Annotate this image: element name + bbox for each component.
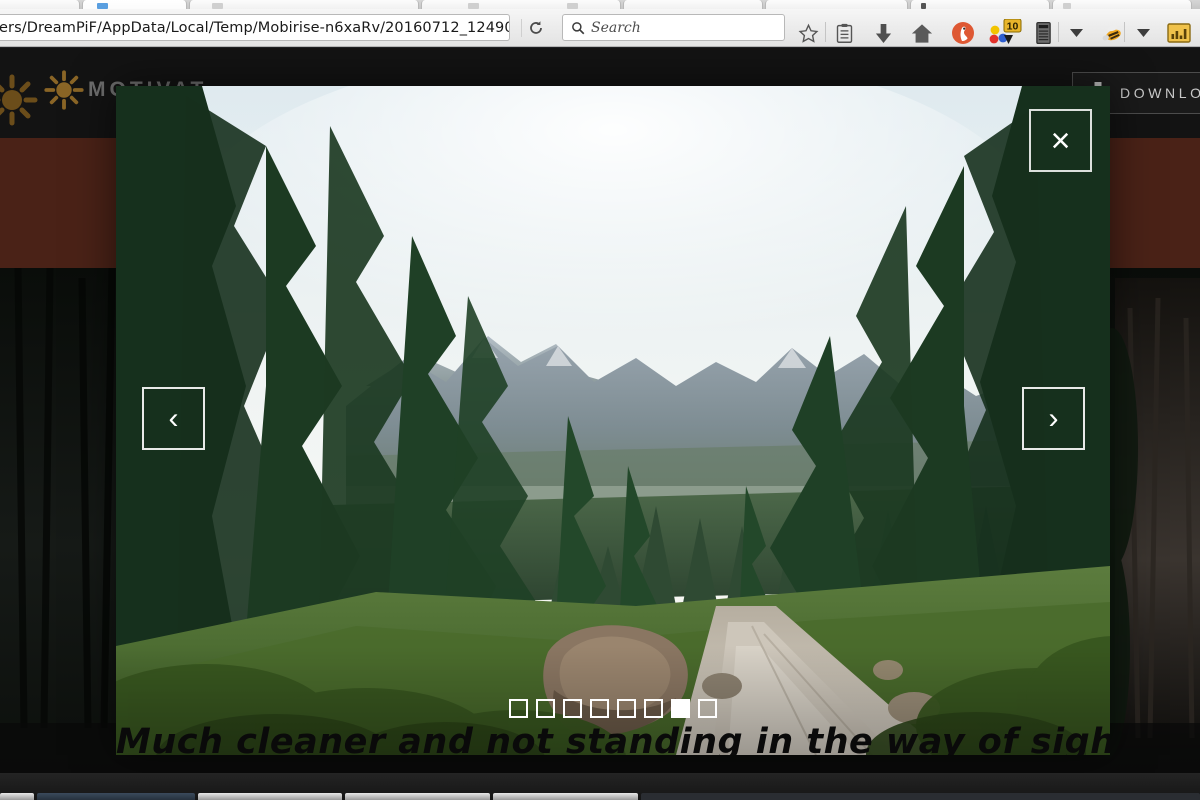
slide-caption: Much cleaner and not standing in the way… <box>116 722 1110 755</box>
taskbar-item-2[interactable] <box>36 793 195 800</box>
carousel-indicator-5[interactable] <box>617 699 636 718</box>
bookmark-star-icon[interactable] <box>791 18 825 48</box>
reload-icon[interactable] <box>521 19 549 37</box>
carousel-indicator-7[interactable] <box>671 699 690 718</box>
lightbox-modal: × ‹ › Much cleaner and not standing in t… <box>116 86 1110 755</box>
carousel-prev-button[interactable]: ‹ <box>142 387 205 450</box>
carousel-indicator-3[interactable] <box>563 699 582 718</box>
carousel-indicators[interactable] <box>116 699 1110 718</box>
navigation-toolbar: ers/DreamPiF/AppData/Local/Temp/Mobirise… <box>0 9 1200 47</box>
browser-tab[interactable] <box>623 0 763 9</box>
sun-icon <box>0 74 38 126</box>
address-bar[interactable]: ers/DreamPiF/AppData/Local/Temp/Mobirise… <box>0 14 510 41</box>
server-icon[interactable] <box>1026 18 1060 48</box>
carousel-indicator-8[interactable] <box>698 699 717 718</box>
bee-addon-icon[interactable] <box>1094 18 1128 48</box>
duckduckgo-icon[interactable] <box>946 18 980 48</box>
search-input-placeholder: Search <box>591 19 641 36</box>
browser-tab[interactable] <box>189 0 419 9</box>
browser-tab[interactable] <box>1052 0 1192 9</box>
sun-icon-small <box>44 70 84 110</box>
taskbar-item-3[interactable] <box>197 793 343 800</box>
home-icon[interactable] <box>905 18 939 48</box>
browser-chrome: ers/DreamPiF/AppData/Local/Temp/Mobirise… <box>0 0 1200 48</box>
taskbar-item-5[interactable] <box>493 793 638 800</box>
taskbar-item-4[interactable] <box>345 793 491 800</box>
browser-tab[interactable] <box>765 0 908 9</box>
os-taskbar <box>0 773 1200 800</box>
browser-tab[interactable] <box>0 0 80 9</box>
carousel-next-button[interactable]: › <box>1022 387 1085 450</box>
chart-addon-icon[interactable] <box>1162 18 1196 48</box>
toolbar-separator <box>1124 22 1125 42</box>
tab-strip[interactable] <box>0 0 1200 9</box>
browser-tab[interactable] <box>910 0 1050 9</box>
downloads-icon[interactable] <box>866 18 900 48</box>
browser-tab-active[interactable] <box>82 0 187 9</box>
taskbar-item-1[interactable] <box>0 793 34 800</box>
download-button-label: DOWNLO <box>1120 85 1200 101</box>
svg-text:10: 10 <box>1007 20 1019 32</box>
carousel-indicator-6[interactable] <box>644 699 663 718</box>
toolbar-separator <box>825 22 826 42</box>
chevron-down-icon[interactable] <box>1059 18 1093 48</box>
reader-list-icon[interactable] <box>827 18 861 48</box>
browser-tab[interactable] <box>421 0 621 9</box>
carousel-indicator-2[interactable] <box>536 699 555 718</box>
search-icon <box>572 21 585 34</box>
close-button[interactable]: × <box>1029 109 1092 172</box>
address-bar-url: ers/DreamPiF/AppData/Local/Temp/Mobirise… <box>0 19 509 36</box>
extension-badge-icon[interactable]: 10 <box>985 18 1025 48</box>
carousel-indicator-4[interactable] <box>590 699 609 718</box>
taskbar-buttons[interactable] <box>0 793 1200 800</box>
chevron-down-icon-2[interactable] <box>1126 18 1160 48</box>
search-bar[interactable]: Search <box>562 14 785 41</box>
carousel-indicator-1[interactable] <box>509 699 528 718</box>
taskbar-rest <box>640 793 1200 800</box>
slide-image <box>116 86 1110 755</box>
